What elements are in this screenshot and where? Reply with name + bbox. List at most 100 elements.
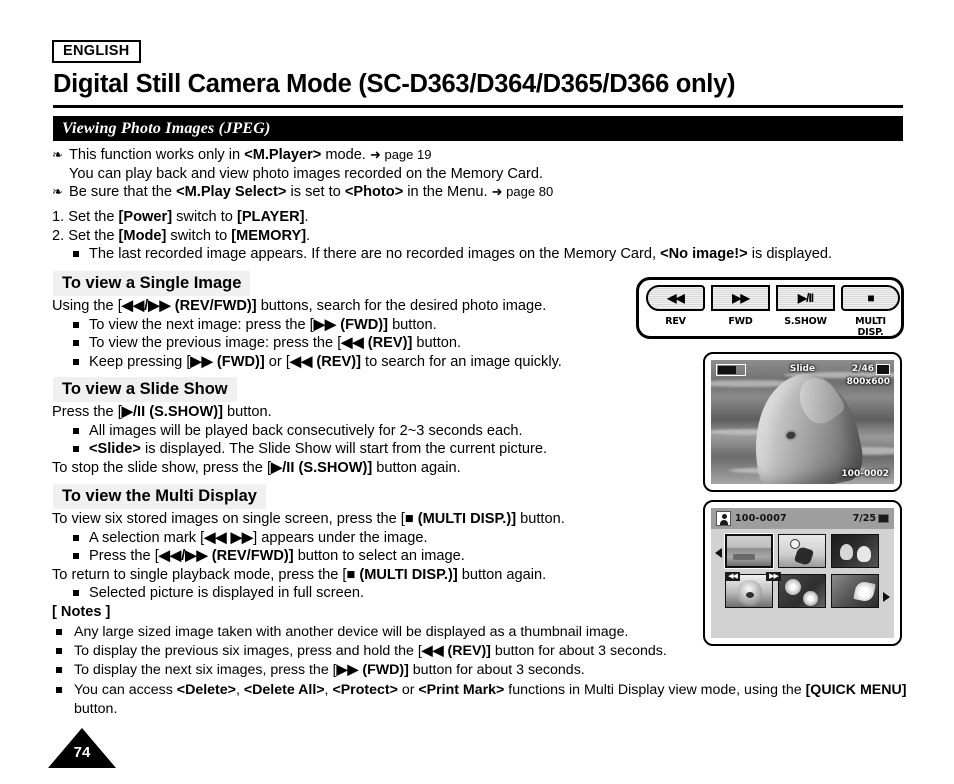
thumbnail-sports — [778, 534, 826, 568]
multi-lead: To view six stored images on single scre… — [52, 510, 672, 529]
note-2-key: ◀◀ (REV)] — [421, 643, 491, 660]
slide-show-block: Press the [▶/II (S.SHOW)] button. All im… — [52, 403, 672, 477]
osd-counter: 2/46 — [851, 364, 874, 374]
intro-b2-c: in the Menu. — [403, 184, 492, 201]
note-2-a: To display the previous six images, pres… — [74, 643, 422, 660]
step-2-note-value: <No image!> — [660, 246, 748, 263]
lcd-single-image-illustration: Slide 2/46 800x600 100-0002 — [703, 352, 902, 492]
step-2-note-a: The last recorded image appears. If ther… — [89, 246, 661, 263]
dolphin-eye — [785, 430, 797, 440]
button-row: ◀◀ ▶▶ ▶/II ■ — [646, 285, 900, 311]
fwd-button: ▶▶ — [711, 285, 770, 311]
step-2-b: switch to — [166, 227, 232, 244]
step-1-b: switch to — [172, 209, 237, 225]
multi-lead-button: ■ (MULTI DISP.)] — [404, 511, 517, 527]
selection-marks: ◀◀ ▶▶ — [725, 572, 883, 581]
battery-icon — [716, 364, 746, 376]
single-b3-key2: ◀◀ (REV)] — [289, 353, 361, 370]
step-2-key1: [Mode] — [118, 227, 167, 244]
page-number-badge: 74 — [48, 728, 116, 772]
square-bullet-icon — [56, 686, 62, 693]
square-bullet-icon — [73, 321, 79, 328]
multi-b1-b: ] appears under the image. — [253, 529, 428, 546]
slideshow-b2-key: <Slide> — [89, 441, 141, 458]
thumbnail-grid — [725, 534, 883, 608]
step-1-a: Set the — [68, 209, 119, 225]
single-lead: Using the [◀◀/▶▶ (REV/FWD)] buttons, sea… — [52, 297, 672, 316]
single-lead-a: Using the [ — [52, 298, 122, 314]
slideshow-tail: To stop the slide show, press the [▶/II … — [52, 459, 672, 478]
button-labels-row: REV FWD S.SHOW MULTI DISP. — [646, 316, 900, 338]
step-2-a: Set the — [68, 227, 119, 244]
multi-file-number: 100-0007 — [735, 513, 787, 524]
lcd-single-screen: Slide 2/46 800x600 100-0002 — [711, 360, 894, 484]
multi-bullet-1: A selection mark [◀◀ ▶▶] appears under t… — [52, 529, 672, 548]
single-b2-key: ◀◀ (REV)] — [341, 335, 413, 352]
subheading-multi-display: To view the Multi Display — [53, 484, 266, 509]
note-2-b: button for about 3 seconds. — [490, 643, 667, 660]
multi-tail: To return to single playback mode, press… — [52, 566, 672, 585]
camera-button-panel-illustration: ◀◀ ▶▶ ▶/II ■ REV FWD S.SHOW MULTI DISP. — [636, 277, 904, 339]
intro-b1-mode: <M.Player> — [244, 147, 322, 163]
intro-b1-line2: You can play back and view photo images … — [69, 165, 544, 182]
step-1-key1: [Power] — [118, 209, 173, 225]
multi-tail-b: button again. — [457, 566, 547, 583]
slideshow-lead-a: Press the [ — [52, 404, 122, 420]
step-1-c: . — [304, 209, 309, 225]
step-2-num: 2. — [52, 227, 69, 244]
selection-mark-fwd-icon: ▶▶ — [766, 572, 781, 581]
multi-tail-bullet: Selected picture is displayed in full sc… — [52, 584, 672, 603]
square-bullet-icon — [73, 340, 79, 347]
note-4-f: button. — [74, 700, 118, 717]
multi-counter: 7/25 — [852, 513, 876, 524]
square-bullet-icon — [73, 358, 79, 365]
note-1-text: Any large sized image taken with another… — [74, 624, 629, 640]
single-lead-b: buttons, search for the desired photo im… — [256, 298, 547, 314]
multi-disp-button-label: MULTI DISP. — [855, 316, 886, 338]
slideshow-button: ▶/II — [776, 285, 835, 311]
multi-b2-a: Press the [ — [89, 548, 159, 565]
single-lead-button: ◀◀/▶▶ (REV/FWD)] — [121, 298, 257, 314]
intro-b1-a: This function works only in — [69, 147, 245, 163]
clover-icon: ❧ — [52, 184, 63, 200]
slideshow-b2-b: is displayed. The Slide Show will start … — [140, 441, 548, 458]
lcd-multi-display-illustration: 100-0007 7/25 ◀◀ ▶▶ — [703, 500, 902, 646]
multi-lead-b: button. — [516, 511, 565, 527]
note-4: You can access <Delete>, <Delete All>, <… — [52, 681, 917, 719]
slideshow-bullet-2: <Slide> is displayed. The Slide Show wil… — [52, 440, 672, 459]
note-4-e: functions in Multi Display view mode, us… — [504, 681, 806, 698]
slideshow-bullet-1: All images will be played back consecuti… — [52, 422, 672, 441]
square-bullet-icon — [73, 590, 79, 597]
thumbnail-family — [831, 534, 879, 568]
intro-block: ❧ This function works only in <M.Player>… — [52, 146, 692, 202]
manual-page: ENGLISH Digital Still Camera Mode (SC-D3… — [0, 0, 954, 784]
note-4-key-protect: <Protect> — [332, 681, 398, 698]
slideshow-tail-button: ▶/II (S.SHOW)] — [271, 459, 373, 476]
note-4-key-quick-menu: [QUICK MENU] — [805, 681, 907, 698]
single-b2-b: button. — [412, 335, 462, 352]
step-1-num: 1. — [52, 209, 69, 225]
intro-b2-a: Be sure that the — [69, 184, 177, 201]
steps-block: 1. Set the [Power] switch to [PLAYER]. 2… — [52, 208, 912, 264]
multi-disp-button: ■ — [841, 285, 900, 311]
step-2-note: The last recorded image appears. If ther… — [52, 245, 912, 264]
intro-b2-value: <Photo> — [344, 184, 404, 201]
intro-b1-pageref: ➜ page 19 — [369, 147, 432, 162]
square-bullet-icon — [73, 534, 79, 541]
osd-resolution: 800x600 — [846, 377, 890, 387]
title-divider — [53, 105, 903, 108]
rev-button: ◀◀ — [646, 285, 705, 311]
slideshow-lead: Press the [▶/II (S.SHOW)] button. — [52, 403, 672, 422]
note-3-a: To display the next six images, press th… — [74, 662, 337, 679]
person-icon — [716, 511, 731, 526]
intro-b2-pageref: ➜ page 80 — [491, 184, 554, 200]
page-number-text: 74 — [73, 744, 91, 761]
subheading-slide-show: To view a Slide Show — [53, 377, 237, 402]
slideshow-button-label: S.SHOW — [784, 316, 827, 327]
square-bullet-icon — [56, 667, 62, 674]
multi-b1-a: A selection mark [ — [89, 529, 205, 546]
square-bullet-icon — [73, 251, 79, 258]
square-bullet-icon — [73, 446, 79, 453]
note-4-a: You can access — [74, 681, 177, 698]
intro-bullet-2: ❧ Be sure that the <M.Play Select> is se… — [52, 183, 692, 202]
